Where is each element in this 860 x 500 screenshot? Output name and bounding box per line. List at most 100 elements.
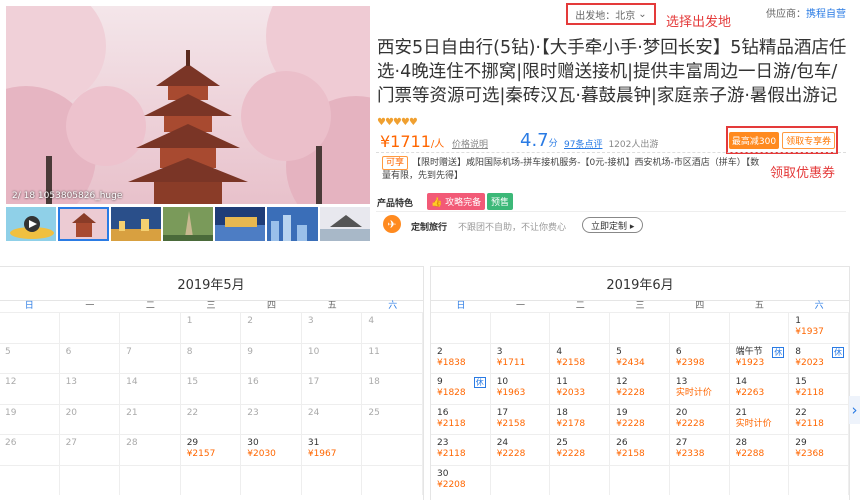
custom-now-button[interactable]: 立即定制 ▸ [582,217,644,233]
day-number: 31 [307,438,320,448]
calendar-month-title: 2019年5月 [177,278,245,293]
calendar-day [729,464,790,495]
calendar-day[interactable]: 20 ¥2228 [669,403,730,434]
thumbnail-strip [6,207,370,241]
calendar-day: 23 [241,403,302,434]
weekday-header: 一 [516,301,526,311]
day-number: 14 [735,377,748,387]
feature-guide-badge[interactable]: 👍 攻略完备 [427,193,486,210]
day-number: 26 [5,438,17,448]
thumbnail-7[interactable] [319,207,370,241]
thumbnail-pagoda[interactable] [58,207,109,241]
day-number: 18 [368,377,380,387]
coupon-annotation: 领取优惠券 [770,166,836,181]
calendar-day [431,312,491,343]
calendar-day[interactable]: 23 ¥2118 [431,434,491,465]
next-month-arrow-icon[interactable]: › [849,396,860,424]
calendar-day[interactable]: 18 ¥2178 [550,403,611,434]
pagoda-photo [6,6,370,204]
calendar-day[interactable]: 8 ¥2023 休 [789,342,849,373]
price-unit: /人 [430,139,445,150]
calendar-day[interactable]: 31 ¥1967 [301,434,363,465]
calendar-day[interactable]: 21 实时计价 [729,403,790,434]
calendar-day: 11 [362,342,423,373]
calendar-day[interactable]: 15 ¥2118 [789,373,849,404]
thumbnail-5[interactable] [215,207,266,241]
day-number: 5 [5,346,11,357]
calendar-day[interactable]: 9 ¥1828 休 [431,373,491,404]
calendar-day[interactable]: 27 ¥2338 [669,434,730,465]
calendar-day [669,312,730,343]
day-number: 20 [675,407,688,418]
day-number: 4 [368,316,375,326]
thumbnail-6[interactable] [267,207,318,241]
calendar-day[interactable]: 30 ¥2208 [431,464,491,495]
day-price: ¥1923 [735,357,765,368]
calendar-day[interactable]: 11 ¥2033 [550,373,611,404]
get-coupon-button[interactable]: 领取专享券 [782,131,836,149]
calendar-day[interactable]: 16 ¥2118 [431,403,491,434]
day-price: ¥2228 [616,418,645,429]
calendar-day[interactable]: 17 ¥2158 [490,403,551,434]
main-photo[interactable]: 2/ 18 1053805826_huge [6,6,370,204]
calendar-day[interactable]: 28 ¥2288 [729,434,790,465]
day-number: 27 [65,438,78,448]
day-price: ¥1967 [307,449,337,459]
calendar-day[interactable]: 19 ¥2228 [610,403,670,434]
calendar-day: 26 [0,434,60,465]
calendar-day[interactable]: 5 ¥2434 [610,342,670,373]
wall-night-thumb [215,207,266,241]
calendar-day[interactable]: 12 ¥2228 [610,373,670,404]
supplier-name[interactable]: 携程自营 [806,9,846,20]
calendar-day[interactable]: 22 ¥2118 [789,403,849,434]
calendar-day[interactable]: 26 ¥2158 [610,434,670,465]
calendar-day[interactable]: 29 ¥2368 [789,434,849,465]
day-number: 17 [496,407,509,418]
calendar-day [59,312,121,343]
thumbnail-3[interactable] [110,207,161,241]
day-price: ¥2157 [186,449,216,459]
calendar-day: 2 [241,312,302,343]
day-number: 6 [65,346,72,357]
calendar-day [490,464,551,495]
calendar-day[interactable]: 14 ¥2263 [729,373,790,404]
calendar-day[interactable]: 6 ¥2398 [669,342,730,373]
weekday-header: 二 [145,301,155,311]
calendar-day[interactable]: 29 ¥2157 [180,434,242,465]
calendar-day[interactable]: 4 ¥2158 [550,342,611,373]
price-note-link[interactable]: 价格说明 [452,137,488,150]
day-number: 17 [307,377,320,387]
calendar-may: 2019年5月 日一二三四五六 1 2 3 4 5 6 7 8 9 10 11 12 13 14 15 16 17… [0,266,424,500]
temple-thumb [319,207,370,241]
thumbnail-4[interactable] [162,207,214,241]
promotion-text[interactable]: 【限时赠送】咸阳国际机场-拼车接机服务-【0元-接机】西安机场-市区酒店（拼车）… [382,158,759,181]
day-number: 12 [5,377,17,387]
weekday-header: 三 [206,301,216,311]
calendar-day[interactable]: 25 ¥2228 [550,434,611,465]
thumbnail-video[interactable] [6,207,57,241]
calendar-day[interactable]: 30 ¥2030 [241,434,302,465]
calendar-day: 25 [362,403,423,434]
day-number: 30 [247,438,259,448]
day-number: 1 [186,316,193,326]
feature-presale-badge[interactable]: 预售 [487,193,514,210]
departure-selector[interactable]: 出发地：北京 ⌄ [566,3,656,25]
calendar-day[interactable]: 2 ¥1838 [431,342,491,373]
day-number: 28 [126,438,138,448]
calendar-day: 5 [0,342,60,373]
weekday-header: 四 [267,301,277,311]
calendar-day[interactable]: 端午节 ¥1923 休 [729,342,790,373]
calendar-day[interactable]: 1 ¥1937 [789,312,849,343]
day-price: ¥2033 [556,388,586,398]
day-price: ¥2118 [437,449,466,459]
day-price: ¥1828 [437,388,466,398]
calendar-day: 24 [301,403,363,434]
calendar-day[interactable]: 3 ¥1711 [490,342,551,373]
promotion-tag: 可享 [382,156,409,170]
calendar-day[interactable]: 24 ¥2228 [490,434,551,465]
day-price: ¥1711 [496,357,526,368]
reviews-link[interactable]: 97条点评 [564,140,602,150]
calendar-day[interactable]: 13 实时计价 [669,373,730,404]
day-price: ¥2338 [675,449,705,459]
calendar-day[interactable]: 10 ¥1963 [490,373,551,404]
